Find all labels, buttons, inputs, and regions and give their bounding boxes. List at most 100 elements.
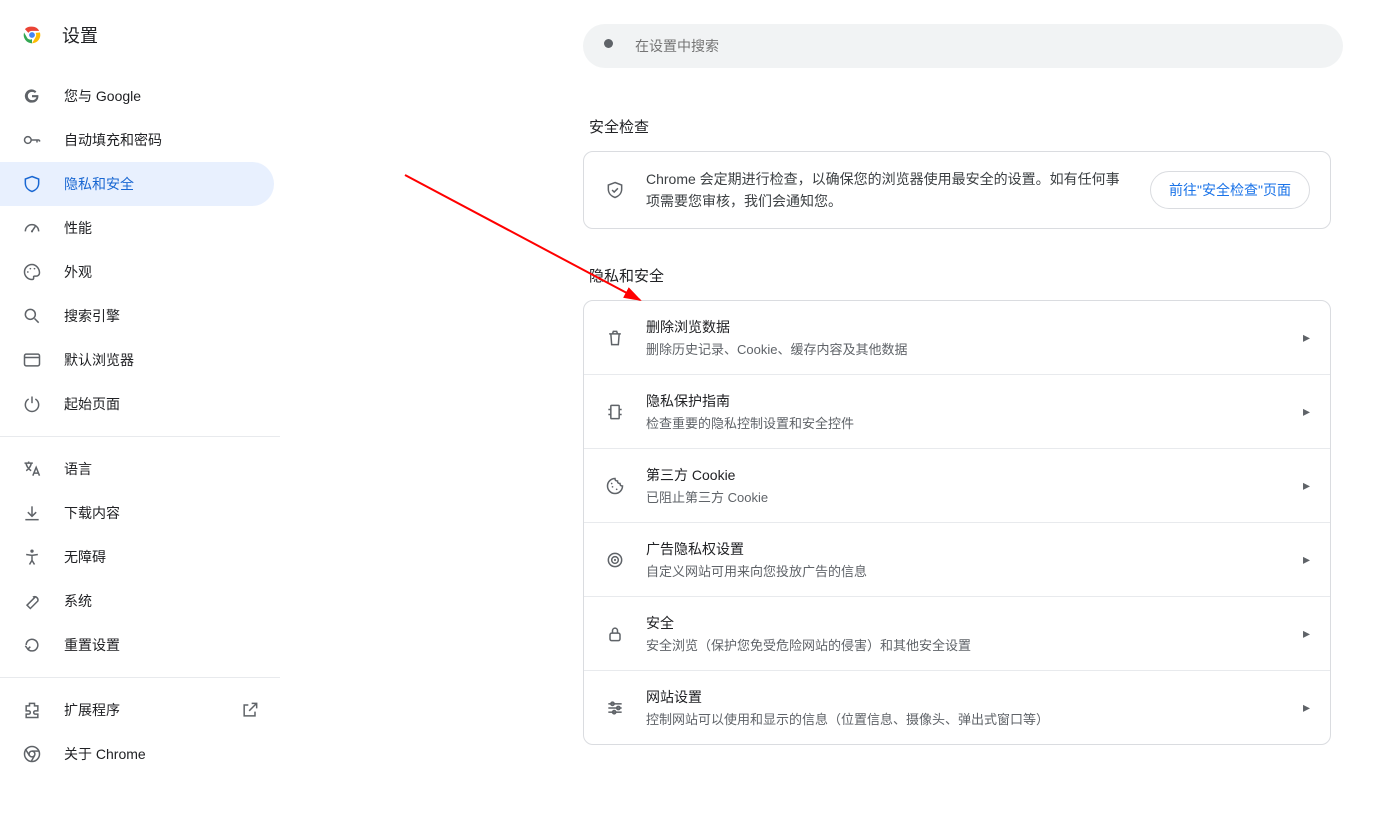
sidebar-item-label: 关于 Chrome <box>64 744 146 764</box>
sidebar-item-system[interactable]: 系统 <box>0 579 274 623</box>
row-site-settings[interactable]: 网站设置 控制网站可以使用和显示的信息（位置信息、摄像头、弹出式窗口等） ▸ <box>584 670 1330 744</box>
row-subtitle: 自定义网站可用来向您投放广告的信息 <box>646 561 1283 580</box>
row-subtitle: 已阻止第三方 Cookie <box>646 487 1283 506</box>
accessibility-icon <box>22 547 42 567</box>
row-text: 广告隐私权设置 自定义网站可用来向您投放广告的信息 <box>646 539 1283 580</box>
privacy-list: 删除浏览数据 删除历史记录、Cookie、缓存内容及其他数据 ▸ 隐私保护指南 … <box>583 300 1331 745</box>
settings-app: 设置 您与 Google 自动填充和密码 隐私和安全 性能 外观 <box>0 0 1374 831</box>
download-icon <box>22 503 42 523</box>
trash-icon <box>604 327 626 349</box>
chevron-right-icon: ▸ <box>1303 477 1310 494</box>
row-subtitle: 安全浏览（保护您免受危险网站的侵害）和其他安全设置 <box>646 635 1283 654</box>
sidebar-item-about-chrome[interactable]: 关于 Chrome <box>0 732 274 776</box>
speedometer-icon <box>22 218 42 238</box>
content-column: 安全检查 Chrome 会定期进行检查，以确保您的浏览器使用最安全的设置。如有任… <box>583 80 1331 745</box>
row-subtitle: 检查重要的隐私控制设置和安全控件 <box>646 413 1283 432</box>
sidebar-item-label: 您与 Google <box>64 86 141 106</box>
sidebar-item-label: 无障碍 <box>64 547 106 567</box>
row-title: 广告隐私权设置 <box>646 539 1283 559</box>
search-icon <box>22 306 42 326</box>
page-title: 设置 <box>62 22 98 48</box>
sidebar-item-label: 下载内容 <box>64 503 120 523</box>
sidebar-item-label: 搜索引擎 <box>64 306 120 326</box>
row-privacy-guide[interactable]: 隐私保护指南 检查重要的隐私控制设置和安全控件 ▸ <box>584 374 1330 448</box>
sidebar-item-downloads[interactable]: 下载内容 <box>0 491 274 535</box>
sidebar-item-label: 性能 <box>64 218 92 238</box>
search-bar[interactable] <box>583 24 1343 68</box>
sidebar: 设置 您与 Google 自动填充和密码 隐私和安全 性能 外观 <box>0 0 280 831</box>
row-title: 删除浏览数据 <box>646 317 1283 337</box>
sidebar-item-languages[interactable]: 语言 <box>0 447 274 491</box>
nav-divider <box>0 436 280 437</box>
search-wrap <box>583 0 1343 80</box>
row-title: 隐私保护指南 <box>646 391 1283 411</box>
sidebar-item-label: 扩展程序 <box>64 700 120 720</box>
sidebar-item-label: 重置设置 <box>64 635 120 655</box>
sidebar-item-label: 外观 <box>64 262 92 282</box>
translate-icon <box>22 459 42 479</box>
sidebar-item-label: 自动填充和密码 <box>64 130 162 150</box>
cookie-icon <box>604 475 626 497</box>
safety-check-card: Chrome 会定期进行检查，以确保您的浏览器使用最安全的设置。如有任何事项需要… <box>583 151 1331 229</box>
shield-icon <box>22 174 42 194</box>
sidebar-item-accessibility[interactable]: 无障碍 <box>0 535 274 579</box>
goto-safety-check-button[interactable]: 前往"安全检查"页面 <box>1150 171 1310 209</box>
sidebar-item-privacy-security[interactable]: 隐私和安全 <box>0 162 274 206</box>
chrome-outline-icon <box>22 744 42 764</box>
row-title: 安全 <box>646 613 1283 633</box>
brand: 设置 <box>0 16 280 66</box>
lock-icon <box>604 623 626 645</box>
chevron-right-icon: ▸ <box>1303 699 1310 716</box>
chevron-right-icon: ▸ <box>1303 625 1310 642</box>
google-icon <box>22 86 42 106</box>
row-text: 安全 安全浏览（保护您免受危险网站的侵害）和其他安全设置 <box>646 613 1283 654</box>
search-input[interactable] <box>633 37 1325 55</box>
row-third-party-cookies[interactable]: 第三方 Cookie 已阻止第三方 Cookie ▸ <box>584 448 1330 522</box>
sidebar-item-label: 语言 <box>64 459 92 479</box>
sidebar-item-label: 默认浏览器 <box>64 350 134 370</box>
search-icon <box>601 36 619 57</box>
power-icon <box>22 394 42 414</box>
main-content: 安全检查 Chrome 会定期进行检查，以确保您的浏览器使用最安全的设置。如有任… <box>280 0 1374 831</box>
row-title: 第三方 Cookie <box>646 465 1283 485</box>
open-in-new-icon <box>240 700 260 720</box>
nav: 您与 Google 自动填充和密码 隐私和安全 性能 外观 搜索引擎 <box>0 66 280 776</box>
row-text: 网站设置 控制网站可以使用和显示的信息（位置信息、摄像头、弹出式窗口等） <box>646 687 1283 728</box>
extension-icon <box>22 700 42 720</box>
row-text: 隐私保护指南 检查重要的隐私控制设置和安全控件 <box>646 391 1283 432</box>
sidebar-item-search-engine[interactable]: 搜索引擎 <box>0 294 274 338</box>
chevron-right-icon: ▸ <box>1303 551 1310 568</box>
sidebar-item-performance[interactable]: 性能 <box>0 206 274 250</box>
section-title-safety: 安全检查 <box>589 116 1331 137</box>
palette-icon <box>22 262 42 282</box>
guide-icon <box>604 401 626 423</box>
shield-check-icon <box>604 179 626 201</box>
safety-check-text: Chrome 会定期进行检查，以确保您的浏览器使用最安全的设置。如有任何事项需要… <box>646 168 1130 212</box>
sidebar-item-extensions[interactable]: 扩展程序 <box>0 688 274 732</box>
chevron-right-icon: ▸ <box>1303 329 1310 346</box>
section-title-privacy: 隐私和安全 <box>589 265 1331 286</box>
nav-divider <box>0 677 280 678</box>
sidebar-item-label: 隐私和安全 <box>64 174 134 194</box>
sidebar-item-reset[interactable]: 重置设置 <box>0 623 274 667</box>
sidebar-item-default-browser[interactable]: 默认浏览器 <box>0 338 274 382</box>
browser-icon <box>22 350 42 370</box>
reset-icon <box>22 635 42 655</box>
sidebar-item-on-startup[interactable]: 起始页面 <box>0 382 274 426</box>
row-ad-privacy[interactable]: 广告隐私权设置 自定义网站可用来向您投放广告的信息 ▸ <box>584 522 1330 596</box>
row-text: 删除浏览数据 删除历史记录、Cookie、缓存内容及其他数据 <box>646 317 1283 358</box>
key-icon <box>22 130 42 150</box>
sidebar-item-appearance[interactable]: 外观 <box>0 250 274 294</box>
tune-icon <box>604 697 626 719</box>
row-subtitle: 删除历史记录、Cookie、缓存内容及其他数据 <box>646 339 1283 358</box>
ad-target-icon <box>604 549 626 571</box>
sidebar-item-label: 系统 <box>64 591 92 611</box>
row-subtitle: 控制网站可以使用和显示的信息（位置信息、摄像头、弹出式窗口等） <box>646 709 1283 728</box>
sidebar-item-label: 起始页面 <box>64 394 120 414</box>
chrome-logo-icon <box>22 25 42 45</box>
row-security[interactable]: 安全 安全浏览（保护您免受危险网站的侵害）和其他安全设置 ▸ <box>584 596 1330 670</box>
chevron-right-icon: ▸ <box>1303 403 1310 420</box>
sidebar-item-autofill[interactable]: 自动填充和密码 <box>0 118 274 162</box>
sidebar-item-you-and-google[interactable]: 您与 Google <box>0 74 274 118</box>
row-clear-browsing-data[interactable]: 删除浏览数据 删除历史记录、Cookie、缓存内容及其他数据 ▸ <box>584 301 1330 374</box>
